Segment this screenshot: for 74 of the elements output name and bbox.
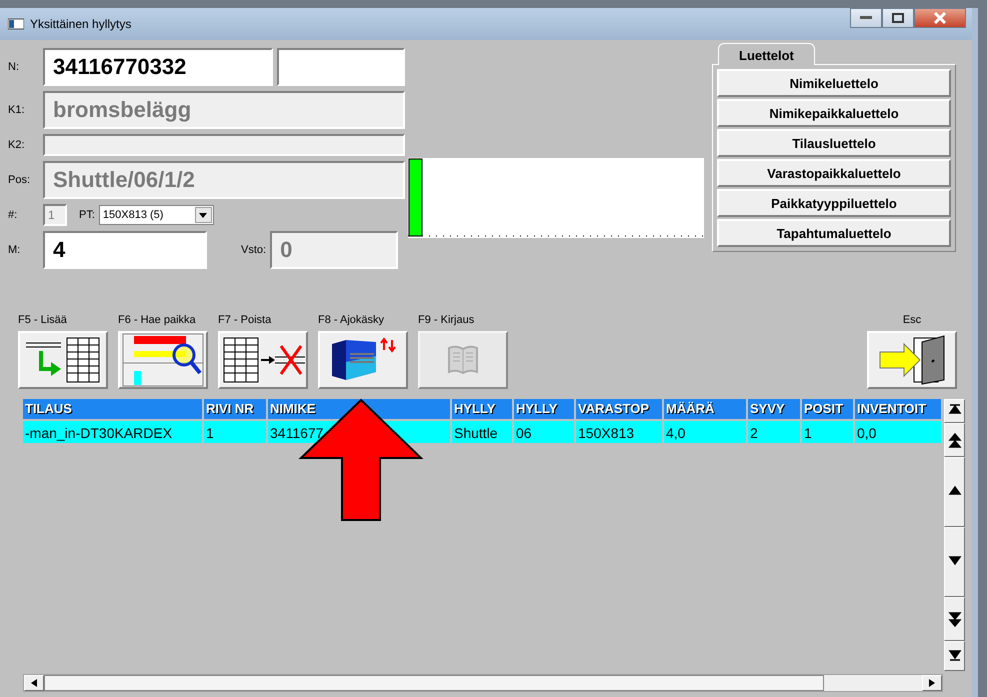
key-label: F8 - Ajokäsky bbox=[318, 314, 386, 326]
key-label: F9 - Kirjaus bbox=[418, 314, 476, 326]
scroll-right-button[interactable] bbox=[922, 675, 942, 691]
caret-icon bbox=[199, 212, 208, 218]
field-label: N: bbox=[8, 61, 20, 73]
minimize-icon bbox=[860, 16, 872, 20]
column-header[interactable]: MÄÄRÄ bbox=[664, 399, 748, 419]
left-arrow-icon bbox=[31, 679, 37, 687]
scroll-up-button[interactable] bbox=[944, 457, 965, 527]
up-arrow-icon bbox=[948, 432, 962, 448]
list-button[interactable]: Nimikeluettelo bbox=[717, 69, 951, 97]
scroll-last-button[interactable] bbox=[944, 641, 965, 671]
field-label: Vsto: bbox=[241, 244, 266, 256]
table-row[interactable]: -man_in-DT30KARDEX 1 3411677 Shuttle 06 150X813 4,0 2 1 0,0 bbox=[23, 419, 944, 443]
column-header[interactable]: SYVY bbox=[748, 399, 802, 419]
horizontal-scrollbar[interactable] bbox=[23, 674, 943, 692]
scroll-left-button[interactable] bbox=[24, 675, 44, 691]
key-label: Esc bbox=[902, 314, 922, 326]
key-label: F7 - Poista bbox=[218, 314, 272, 326]
toolbar-button[interactable] bbox=[118, 331, 208, 389]
field-label: Pos: bbox=[8, 174, 32, 186]
column-header[interactable]: HYLLY bbox=[514, 399, 576, 419]
field-label: K2: bbox=[8, 139, 26, 151]
table-cell: 1 bbox=[204, 419, 268, 443]
close-button[interactable] bbox=[914, 8, 966, 28]
column-header[interactable]: RIVI NR bbox=[204, 399, 268, 419]
input-field[interactable]: 34116770332 bbox=[43, 48, 273, 86]
key-label: F5 - Lisää bbox=[18, 314, 68, 326]
table-cell: 4,0 bbox=[664, 419, 748, 443]
scroll-page-up-button[interactable] bbox=[944, 423, 965, 457]
list-button[interactable]: Nimikepaikkaluettelo bbox=[717, 99, 951, 127]
key-label: F6 - Hae paikka bbox=[118, 314, 197, 326]
field-label: K1: bbox=[8, 104, 26, 116]
list-button[interactable]: Tilausluettelo bbox=[717, 129, 951, 157]
app-icon bbox=[8, 18, 24, 30]
input-field[interactable] bbox=[277, 48, 405, 86]
type-dropdown[interactable]: 150X813 (5) bbox=[98, 205, 214, 225]
column-header[interactable]: INVENTOIT bbox=[855, 399, 943, 419]
close-icon bbox=[934, 12, 946, 24]
lists-tab[interactable]: Luettelot bbox=[718, 43, 815, 65]
input-field[interactable]: 4 bbox=[43, 231, 207, 269]
table-cell: 150X813 bbox=[576, 419, 664, 443]
table-cell: -man_in-DT30KARDEX bbox=[23, 419, 204, 443]
toolbar-button[interactable] bbox=[218, 331, 308, 389]
list-button[interactable]: Varastopaikkaluettelo bbox=[717, 159, 951, 187]
field-label: PT: bbox=[79, 209, 95, 221]
scroll-down-button[interactable] bbox=[944, 527, 965, 597]
scroll-page-down-button[interactable] bbox=[944, 597, 965, 641]
down-arrow-icon bbox=[948, 648, 962, 664]
toolbar-button[interactable] bbox=[18, 331, 108, 389]
table-cell: 2 bbox=[748, 419, 802, 443]
minimize-button[interactable] bbox=[850, 8, 882, 28]
field-label: #: bbox=[8, 209, 18, 221]
down-arrow-icon bbox=[948, 611, 962, 627]
scroll-first-button[interactable] bbox=[944, 399, 965, 423]
list-button[interactable]: Tapahtumaluettelo bbox=[717, 219, 951, 247]
table-cell: 0,0 bbox=[855, 419, 943, 443]
toolbar-button[interactable] bbox=[867, 331, 957, 389]
column-header[interactable]: HYLLY bbox=[452, 399, 514, 419]
table-cell: Shuttle bbox=[452, 419, 514, 443]
right-arrow-icon bbox=[929, 679, 935, 687]
column-header[interactable]: TILAUS bbox=[23, 399, 204, 419]
table-cell: 06 bbox=[514, 419, 576, 443]
search-icon bbox=[122, 333, 204, 387]
table-cell: 1 bbox=[802, 419, 855, 443]
maximize-icon bbox=[892, 13, 904, 23]
table-delete-icon bbox=[221, 336, 305, 384]
column-header[interactable]: POSIT bbox=[802, 399, 855, 419]
maximize-button[interactable] bbox=[882, 8, 914, 28]
toolbar-button[interactable] bbox=[318, 331, 408, 389]
column-header[interactable]: VARASTOP bbox=[576, 399, 664, 419]
field-label: M: bbox=[8, 244, 22, 256]
window-title: Yksittäinen hyllytys bbox=[30, 17, 132, 31]
list-button[interactable]: Paikkatyyppiluettelo bbox=[717, 189, 951, 217]
